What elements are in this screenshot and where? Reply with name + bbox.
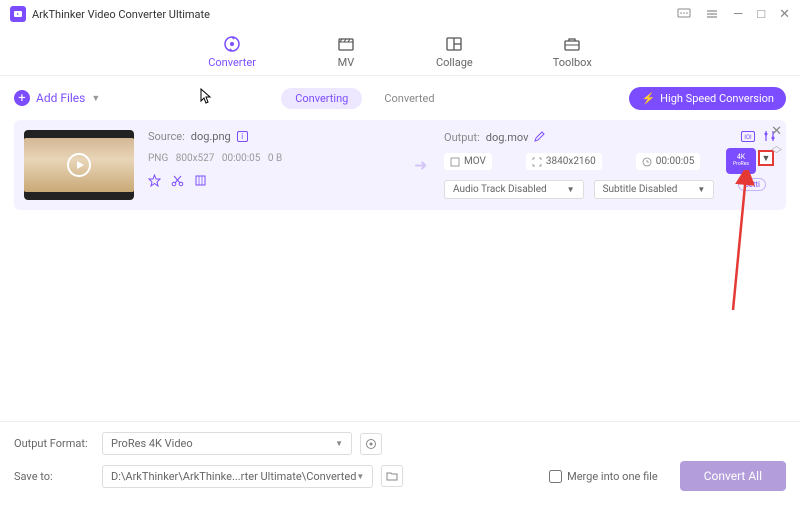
video-thumbnail[interactable] — [24, 130, 134, 200]
output-filename: dog.mov — [486, 131, 529, 144]
nav-mv-label: MV — [338, 56, 355, 69]
reorder-arrows[interactable]: ︿﹀ — [771, 142, 782, 160]
close-button[interactable]: ✕ — [779, 7, 790, 22]
titlebar: ArkThinker Video Converter Ultimate — □ … — [0, 0, 800, 28]
source-metadata: PNG 800x527 00:00:05 0 B — [148, 153, 388, 164]
expand-icon — [532, 157, 542, 167]
film-icon — [450, 157, 460, 167]
chevron-down-icon: ▼ — [356, 472, 364, 481]
tab-converting[interactable]: Converting — [281, 88, 362, 109]
subtitle-select[interactable]: Subtitle Disabled ▼ — [594, 180, 715, 199]
chevron-down-icon: ▼ — [567, 185, 575, 194]
output-format-box: MOV — [444, 153, 492, 170]
main-nav: Converter MV Collage Toolbox — [0, 28, 800, 76]
feedback-icon[interactable] — [677, 7, 691, 21]
chevron-down-icon: ▼ — [91, 93, 100, 104]
save-to-label: Save to: — [14, 470, 94, 483]
high-speed-label: High Speed Conversion — [660, 92, 774, 105]
minimize-button[interactable]: — — [733, 7, 743, 22]
tab-converted[interactable]: Converted — [370, 88, 448, 109]
source-duration: 00:00:05 — [222, 153, 261, 164]
nav-mv[interactable]: MV — [336, 34, 356, 69]
file-item: Source: dog.png i PNG 800x527 00:00:05 0… — [14, 120, 786, 210]
merge-checkbox[interactable] — [549, 470, 562, 483]
item-settings-button[interactable]: Setti — [738, 178, 766, 191]
enhance-icon[interactable] — [194, 174, 207, 190]
convert-all-button[interactable]: Convert All — [680, 461, 786, 491]
compress-icon[interactable]: IOI — [741, 131, 755, 145]
app-title: ArkThinker Video Converter Ultimate — [32, 8, 677, 21]
source-info-icon[interactable]: i — [237, 131, 248, 142]
source-filename: dog.png — [191, 130, 231, 143]
format-badge: 4K ProRes — [726, 148, 756, 174]
nav-collage-label: Collage — [436, 56, 473, 69]
edit-star-icon[interactable] — [148, 174, 161, 190]
add-files-label: Add Files — [36, 91, 85, 105]
source-label: Source: — [148, 130, 185, 143]
nav-converter-label: Converter — [208, 56, 256, 69]
output-format: MOV — [464, 156, 486, 167]
subtitle-value: Subtitle Disabled — [603, 184, 678, 195]
source-format: PNG — [148, 153, 168, 164]
clock-icon — [642, 157, 652, 167]
output-resolution-box: 3840x2160 — [526, 153, 602, 170]
merge-label: Merge into one file — [567, 470, 658, 483]
cut-icon[interactable] — [171, 174, 184, 190]
output-label: Output: — [444, 131, 480, 144]
play-icon — [67, 153, 91, 177]
audio-track-select[interactable]: Audio Track Disabled ▼ — [444, 180, 584, 199]
app-logo-icon — [10, 6, 26, 22]
badge-prores-label: ProRes — [733, 162, 749, 168]
nav-converter[interactable]: Converter — [208, 34, 256, 69]
nav-toolbox-label: Toolbox — [553, 56, 592, 69]
merge-checkbox-label[interactable]: Merge into one file — [549, 470, 658, 483]
svg-text:IOI: IOI — [744, 134, 752, 141]
arrow-right-icon: ➜ — [414, 156, 427, 175]
high-speed-button[interactable]: ⚡ High Speed Conversion — [629, 87, 786, 110]
collage-icon — [444, 34, 464, 54]
remove-item-button[interactable]: ✕ — [771, 124, 782, 139]
output-format-label: Output Format: — [14, 437, 94, 450]
output-format-value: ProRes 4K Video — [111, 437, 193, 450]
footer: Output Format: ProRes 4K Video ▼ Save to… — [0, 421, 800, 507]
converter-icon — [222, 34, 242, 54]
open-folder-button[interactable] — [381, 465, 403, 487]
plus-icon: + — [14, 90, 30, 106]
source-resolution: 800x527 — [176, 153, 215, 164]
output-duration: 00:00:05 — [656, 156, 695, 167]
nav-collage[interactable]: Collage — [436, 34, 473, 69]
output-format-select[interactable]: ProRes 4K Video ▼ — [102, 432, 352, 455]
output-resolution: 3840x2160 — [546, 156, 596, 167]
toolbar: + Add Files ▼ Converting Converted ⚡ Hig… — [0, 82, 800, 114]
lightning-icon: ⚡ — [641, 92, 655, 105]
toolbox-icon — [562, 34, 582, 54]
save-to-value: D:\ArkThinker\ArkThinke...rter Ultimate\… — [111, 470, 356, 483]
format-settings-button[interactable] — [360, 433, 382, 455]
audio-track-value: Audio Track Disabled — [453, 184, 547, 195]
chevron-down-icon: ▼ — [697, 185, 705, 194]
add-files-button[interactable]: + Add Files ▼ — [14, 90, 100, 106]
menu-icon[interactable] — [705, 7, 719, 21]
save-to-select[interactable]: D:\ArkThinker\ArkThinke...rter Ultimate\… — [102, 465, 373, 488]
chevron-down-icon: ▼ — [335, 439, 343, 448]
output-duration-box: 00:00:05 — [636, 153, 701, 170]
rename-icon[interactable] — [534, 131, 545, 145]
source-size: 0 B — [268, 153, 282, 164]
nav-toolbox[interactable]: Toolbox — [553, 34, 592, 69]
maximize-button[interactable]: □ — [757, 6, 765, 22]
mv-icon — [336, 34, 356, 54]
